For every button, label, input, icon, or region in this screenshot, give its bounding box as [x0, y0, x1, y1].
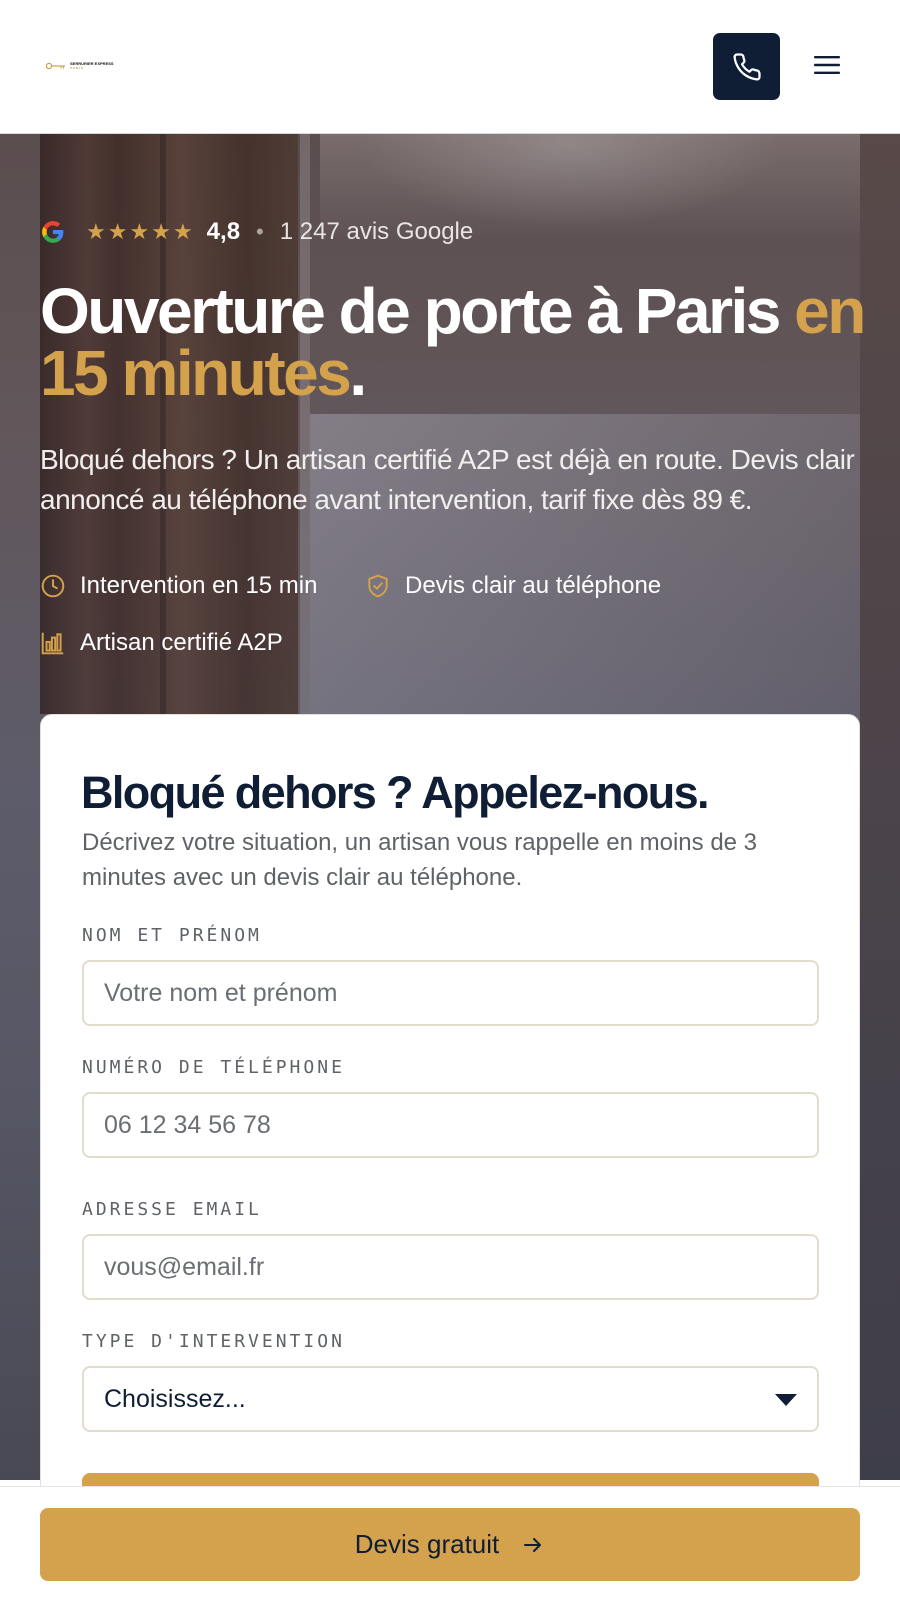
email-label: ADRESSE EMAIL: [82, 1199, 262, 1220]
logo-text: SERRURIER EXPRESS PARIS: [70, 61, 114, 71]
intervention-type-select[interactable]: Choisissez...: [82, 1366, 819, 1432]
sticky-bottom-bar: Devis gratuit: [0, 1486, 900, 1600]
callback-form-card: Bloqué dehors ? Appelez-nous. Décrivez v…: [40, 714, 860, 1600]
name-label: NOM ET PRÉNOM: [82, 925, 262, 946]
arrow-right-icon: [524, 1537, 542, 1552]
feature-label: Artisan certifié A2P: [80, 629, 283, 656]
review-count: 1 247 avis Google: [279, 218, 474, 245]
feature-devis: Devis clair au téléphone: [365, 572, 661, 600]
title-end: .: [349, 337, 367, 409]
star-icon: ★: [107, 219, 128, 244]
name-input[interactable]: [104, 962, 784, 1024]
star-rating: ★ ★ ★ ★ ★: [86, 221, 193, 243]
star-icon: ★: [129, 219, 150, 244]
rating-separator: •: [256, 219, 264, 244]
feature-artisan: Artisan certifié A2P: [40, 629, 283, 657]
shield-check-icon: [365, 573, 391, 599]
star-icon: ★: [172, 219, 193, 244]
hero-subtitle: Bloqué dehors ? Un artisan certifié A2P …: [40, 444, 855, 515]
intervention-type-label: TYPE D'INTERVENTION: [82, 1331, 345, 1352]
form-title: Bloqué dehors ? Appelez-nous.: [81, 767, 710, 818]
logo-subtext: PARIS: [70, 66, 84, 70]
google-icon: [42, 221, 64, 243]
feature-label: Devis clair au téléphone: [405, 572, 662, 599]
feature-intervention: Intervention en 15 min: [40, 572, 317, 600]
call-button[interactable]: [713, 33, 780, 100]
feature-label: Intervention en 15 min: [80, 572, 318, 599]
site-header: SERRURIER EXPRESS PARIS: [0, 0, 900, 134]
phone-field-wrapper: [82, 1092, 819, 1158]
email-input[interactable]: [104, 1236, 784, 1298]
form-description: Décrivez votre situation, un artisan vou…: [82, 829, 758, 891]
select-value: Choisissez...: [104, 1384, 246, 1413]
page-title: Ouverture de porte à Paris en 15 minutes…: [40, 279, 870, 405]
clock-icon: [40, 573, 66, 599]
chevron-down-icon: [775, 1394, 797, 1406]
star-icon: ★: [151, 219, 171, 244]
rating-score: 4,8: [206, 218, 241, 245]
phone-input[interactable]: [104, 1094, 784, 1156]
menu-button[interactable]: [806, 44, 848, 86]
phone-label: NUMÉRO DE TÉLÉPHONE: [82, 1057, 345, 1078]
logo[interactable]: SERRURIER EXPRESS PARIS: [46, 58, 114, 74]
email-field-wrapper: [82, 1234, 819, 1300]
phone-icon: [733, 52, 761, 80]
star-icon: ★: [86, 219, 106, 244]
key-icon: [46, 62, 65, 70]
free-quote-button[interactable]: Devis gratuit: [40, 1508, 860, 1581]
hamburger-menu-icon: [814, 56, 840, 74]
name-field-wrapper: [82, 960, 819, 1026]
cta-label: Devis gratuit: [354, 1529, 500, 1559]
google-rating: ★ ★ ★ ★ ★ 4,8 • 1 247 avis Google: [40, 218, 473, 246]
bar-chart-icon: [40, 630, 66, 656]
